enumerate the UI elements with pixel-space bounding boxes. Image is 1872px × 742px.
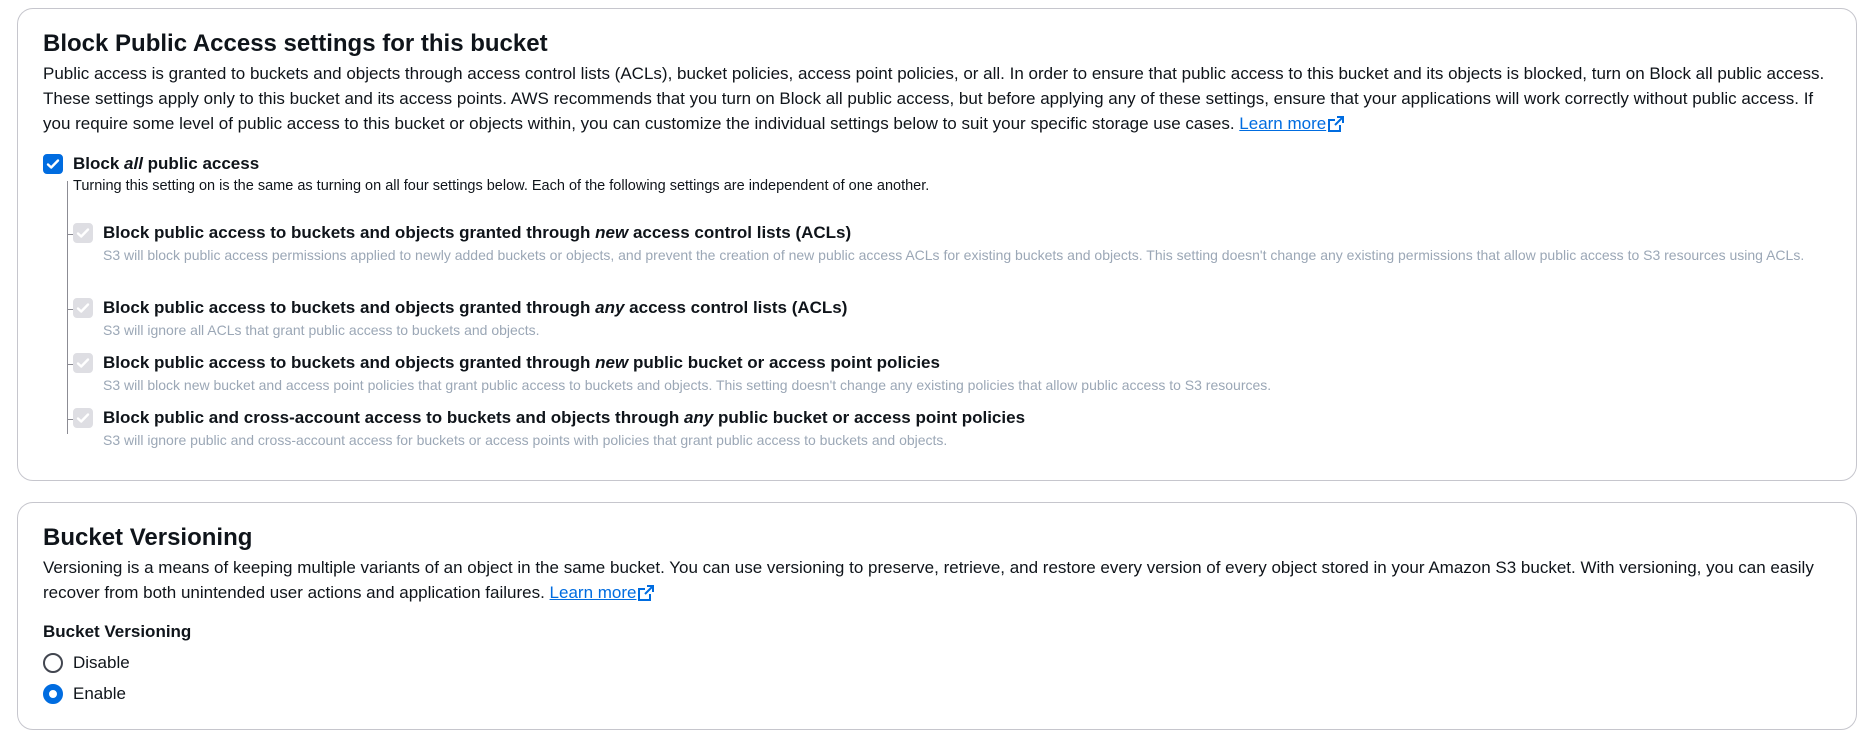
label-emphasis: any — [595, 298, 625, 317]
label-text: access control lists (ACLs) — [624, 298, 848, 317]
label-text: access control lists (ACLs) — [628, 223, 852, 242]
bucket-versioning-description: Versioning is a means of keeping multipl… — [43, 555, 1836, 605]
block-any-acls-description: S3 will ignore all ACLs that grant publi… — [103, 322, 540, 338]
label-text: Block public access to buckets and objec… — [103, 223, 596, 242]
label-text: Block public access to buckets and objec… — [103, 298, 596, 317]
block-cross-account-label: Block public and cross-account access to… — [103, 407, 1025, 429]
block-new-acls-description: S3 will block public access permissions … — [103, 247, 1805, 263]
checkmark-icon — [76, 303, 90, 313]
block-public-access-description-text: Public access is granted to buckets and … — [43, 64, 1825, 133]
block-new-policies-label: Block public access to buckets and objec… — [103, 352, 940, 374]
block-new-policies-description: S3 will block new bucket and access poin… — [103, 377, 1272, 393]
versioning-enable-label: Enable — [73, 684, 126, 703]
checkmark-icon — [46, 159, 60, 169]
label-text: public bucket or access point policies — [628, 353, 940, 372]
label-emphasis: all — [124, 154, 143, 173]
block-all-public-access-label: Block all public access — [73, 153, 259, 175]
learn-more-link[interactable]: Learn more — [550, 583, 655, 602]
label-text: Block — [73, 154, 125, 173]
label-text: Block public access to buckets and objec… — [103, 353, 596, 372]
block-new-policies-checkbox[interactable] — [73, 353, 93, 373]
block-any-acls-checkbox[interactable] — [73, 298, 93, 318]
label-text: public bucket or access point policies — [713, 408, 1026, 427]
bucket-versioning-description-text: Versioning is a means of keeping multipl… — [43, 558, 1814, 602]
block-cross-account-description: S3 will ignore public and cross-account … — [103, 432, 948, 448]
block-public-access-description: Public access is granted to buckets and … — [43, 61, 1836, 136]
label-emphasis: any — [683, 408, 714, 427]
block-all-public-access-description: Turning this setting on is the same as t… — [73, 178, 930, 194]
checkmark-icon — [76, 358, 90, 368]
versioning-enable-radio[interactable] — [43, 684, 63, 704]
bucket-versioning-field-label: Bucket Versioning — [43, 622, 192, 641]
versioning-disable-label: Disable — [73, 653, 130, 672]
label-text: Block public and cross-account access to… — [103, 408, 684, 427]
block-public-access-panel: Block Public Access settings for this bu… — [17, 8, 1857, 481]
block-cross-account-checkbox[interactable] — [73, 408, 93, 428]
bucket-versioning-panel: Bucket Versioning Versioning is a means … — [17, 502, 1857, 730]
learn-more-link[interactable]: Learn more — [1239, 114, 1345, 133]
label-text: public access — [142, 154, 260, 173]
tree-connector — [67, 181, 68, 434]
label-emphasis: new — [595, 353, 629, 372]
external-link-icon — [1328, 116, 1345, 132]
block-all-public-access-checkbox[interactable] — [43, 154, 63, 174]
external-link-icon — [638, 585, 655, 601]
block-public-access-title: Block Public Access settings for this bu… — [43, 30, 548, 57]
learn-more-label: Learn more — [1239, 114, 1327, 133]
block-any-acls-label: Block public access to buckets and objec… — [103, 297, 847, 319]
learn-more-label: Learn more — [549, 583, 637, 602]
bucket-versioning-title: Bucket Versioning — [43, 524, 253, 551]
block-new-acls-label: Block public access to buckets and objec… — [103, 222, 851, 244]
block-new-acls-checkbox[interactable] — [73, 223, 93, 243]
checkmark-icon — [76, 228, 90, 238]
checkmark-icon — [76, 413, 90, 423]
versioning-disable-radio[interactable] — [43, 653, 63, 673]
label-emphasis: new — [595, 223, 629, 242]
